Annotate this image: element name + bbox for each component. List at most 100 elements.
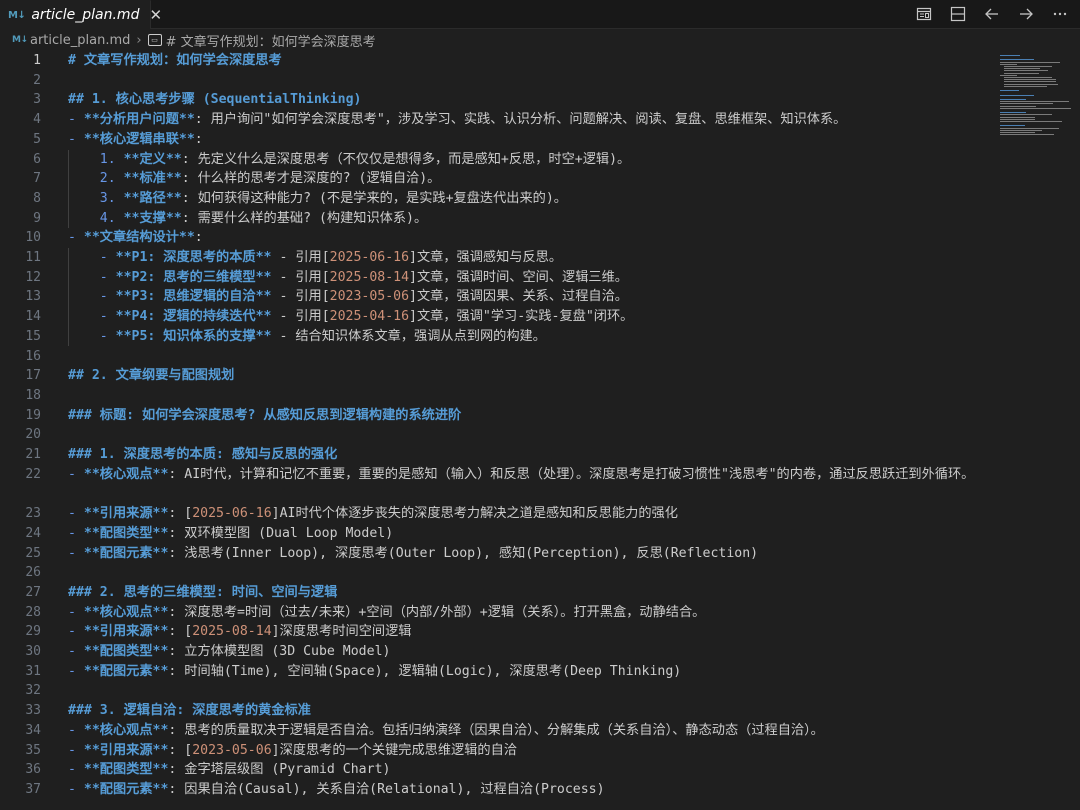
- minimap-line: [1000, 101, 1069, 103]
- code-line[interactable]: 14 - **P4: 逻辑的持续迭代** - 引用[2025-04-16]文章，…: [0, 307, 1000, 327]
- code-line[interactable]: 16: [0, 347, 1000, 367]
- code-token: ## 2. 文章纲要与配图规划: [68, 368, 235, 384]
- minimap[interactable]: [996, 51, 1080, 810]
- minimap-line: [1000, 99, 1027, 100]
- code-token: : 立方体模型图 (3D Cube Model): [168, 644, 391, 659]
- line-number: 17: [25, 368, 41, 384]
- go-forward-icon[interactable]: [1016, 4, 1036, 24]
- breadcrumb-file[interactable]: article_plan.md: [30, 33, 130, 48]
- code-line[interactable]: 37 - **配图元素**: 因果自洽(Causal), 关系自洽(Relatio…: [0, 780, 1000, 800]
- code-token: : 因果自洽(Causal), 关系自洽(Relational), 过程自洽(P…: [168, 781, 605, 797]
- code-line[interactable]: 5 - **核心逻辑串联**:: [0, 130, 1000, 150]
- code-line[interactable]: 6 1. **定义**: 先定义什么是深度思考（不仅仅是想得多，而是感知+反思，…: [0, 149, 1000, 170]
- code-token: **P3: 思维逻辑的自洽**: [115, 289, 272, 305]
- code-token: : 金字塔层级图 (Pyramid Chart): [168, 762, 391, 778]
- line-number: 20: [25, 427, 41, 443]
- code-line[interactable]: 10 - **文章结构设计**:: [0, 228, 1000, 248]
- code-line[interactable]: 12 - **P2: 思考的三维模型** - 引用[2025-08-14]文章，…: [0, 267, 1000, 288]
- minimap-line: [1000, 94, 1035, 96]
- code-line[interactable]: 17 ## 2. 文章纲要与配图规划: [0, 366, 1000, 386]
- minimap-line: [1000, 74, 1018, 76]
- indent-guide: [68, 188, 69, 209]
- code-line[interactable]: 30 - **配图类型**: 立方体模型图 (3D Cube Model): [0, 642, 1000, 662]
- open-preview-icon[interactable]: [914, 4, 934, 24]
- line-number: 33: [25, 703, 41, 719]
- editor-tab-article-plan[interactable]: M↓ article_plan.md ✕: [0, 0, 162, 29]
- editor-tab-bar: M↓ article_plan.md ✕: [0, 0, 1080, 29]
- line-content: - **配图元素**: 时间轴(Time), 空间轴(Space), 逻辑轴(L…: [68, 662, 980, 682]
- breadcrumb-symbol[interactable]: # 文章写作规划：如何学会深度思考: [166, 31, 376, 50]
- line-content: ## 2. 文章纲要与配图规划: [68, 366, 980, 386]
- code-line[interactable]: 36 - **配图类型**: 金字塔层级图 (Pyramid Chart): [0, 760, 1000, 780]
- code-line[interactable]: 28 - **核心观点**: 深度思考=时间（过去/未来）+空间（内部/外部）+逻…: [0, 603, 1000, 623]
- code-token: **文章结构设计**: [83, 230, 195, 246]
- line-content: - **配图类型**: 双环模型图 (Dual Loop Model): [68, 524, 980, 544]
- line-content: ## 1. 核心思考步骤 (SequentialThinking): [68, 90, 980, 110]
- code-line[interactable]: 2: [0, 71, 1000, 91]
- line-content: - **P5: 知识体系的支撑** - 结合知识体系文章，强调从点到网的构建。: [68, 327, 980, 347]
- line-number: 37: [25, 781, 41, 797]
- code-line[interactable]: 3 ## 1. 核心思考步骤 (SequentialThinking): [0, 90, 1000, 110]
- code-line[interactable]: 4 - **分析用户问题**: 用户询问"如何学会深度思考"，涉及学习、实践、认识…: [0, 110, 1000, 130]
- indent-guide: [68, 267, 69, 288]
- code-line[interactable]: 7 2. **标准**: 什么样的思考才是深度的? (逻辑自洽)。: [0, 169, 1000, 189]
- code-line[interactable]: 9 4. **支撑**: 需要什么样的基础? (构建知识体系)。: [0, 208, 1000, 229]
- code-line[interactable]: 33 ### 3. 逻辑自洽: 深度思考的黄金标准: [0, 701, 1000, 721]
- markdown-icon: M↓: [8, 9, 26, 21]
- code-token: **定义**: [123, 151, 182, 167]
- line-content: - **核心观点**: AI时代，计算和记忆不重要，重要的是感知（输入）和反思（…: [68, 465, 980, 485]
- code-line[interactable]: 32: [0, 681, 1000, 701]
- code-line[interactable]: 34 - **核心观点**: 思考的质量取决于逻辑是否自洽。包括归纳演绎（因果自洽…: [0, 721, 1000, 741]
- code-token: : [: [168, 506, 193, 522]
- indent-guide: [68, 326, 69, 347]
- code-line[interactable]: 15 - **P5: 知识体系的支撑** - 结合知识体系文章，强调从点到网的构…: [0, 326, 1000, 347]
- code-line[interactable]: 24 - **配图类型**: 双环模型图 (Dual Loop Model): [0, 524, 1000, 544]
- indent-guide: [68, 307, 69, 327]
- editor-text-area[interactable]: 1 # 文章写作规划：如何学会深度思考 2 3 ## 1. 核心思考步骤 (Sequen…: [0, 51, 1000, 810]
- code-line[interactable]: 31 - **配图元素**: 时间轴(Time), 空间轴(Space), 逻辑轴…: [0, 662, 1000, 682]
- code-line[interactable]: 11 - **P1: 深度思考的本质** - 引用[2025-06-16]文章，…: [0, 248, 1000, 268]
- code-line[interactable]: 25 - **配图元素**: 浅思考(Inner Loop), 深度思考(Oute…: [0, 544, 1000, 564]
- minimap-line: [1004, 68, 1040, 70]
- code-token: **支撑**: [123, 210, 182, 226]
- line-content: - **P4: 逻辑的持续迭代** - 引用[2025-04-16]文章，强调"…: [68, 307, 980, 327]
- split-editor-icon[interactable]: [948, 4, 968, 24]
- code-token: -: [68, 309, 116, 325]
- line-content: ### 1. 深度思考的本质: 感知与反思的强化: [68, 445, 980, 465]
- go-back-icon[interactable]: [982, 4, 1002, 24]
- code-line[interactable]: 8 3. **路径**: 如何获得这种能力? (不是学来的，是实践+复盘迭代出来…: [0, 188, 1000, 209]
- code-token: -: [68, 131, 84, 147]
- code-line[interactable]: 27 ### 2. 思考的三维模型: 时间、空间与逻辑: [0, 583, 1000, 603]
- code-line[interactable]: 18: [0, 386, 1000, 406]
- line-content: - **引用来源**: [2023-05-06]深度思考的一个关键完成思维逻辑的…: [68, 741, 980, 761]
- minimap-line: [1000, 121, 1063, 122]
- code-token: : 用户询问"如何学会深度思考"，涉及学习、实践、认识分析、问题解决、阅读、复盘…: [194, 112, 847, 128]
- code-token: **P5: 知识体系的支撑**: [115, 328, 272, 344]
- code-token: 1.: [68, 151, 124, 167]
- close-icon[interactable]: ✕: [149, 6, 162, 24]
- line-content: - **P3: 思维逻辑的自洽** - 引用[2023-05-06]文章，强调因…: [68, 287, 980, 307]
- code-token: ### 标题: 如何学会深度思考? 从感知反思到逻辑构建的系统进阶: [68, 407, 462, 423]
- code-line[interactable]: 26: [0, 563, 1000, 583]
- code-line[interactable]: 21 ### 1. 深度思考的本质: 感知与反思的强化: [0, 445, 1000, 465]
- code-token: **配图元素**: [83, 663, 169, 679]
- minimap-line: [1000, 61, 1060, 63]
- line-number: 15: [25, 328, 41, 344]
- code-token: -: [68, 269, 116, 285]
- code-line[interactable]: 1 # 文章写作规划：如何学会深度思考: [0, 51, 1000, 71]
- code-token: :: [194, 230, 203, 246]
- code-line[interactable]: 23 - **引用来源**: [2025-06-16]AI时代个体逐步丧失的深度思…: [0, 504, 1000, 524]
- line-content: ### 3. 逻辑自洽: 深度思考的黄金标准: [68, 701, 980, 721]
- code-token: **引用来源**: [83, 624, 169, 640]
- code-line[interactable]: 35 - **引用来源**: [2023-05-06]深度思考的一个关键完成思维逻…: [0, 741, 1000, 761]
- code-line[interactable]: 29 - **引用来源**: [2025-08-14]深度思考时间空间逻辑: [0, 622, 1000, 642]
- code-line[interactable]: 19 ### 标题: 如何学会深度思考? 从感知反思到逻辑构建的系统进阶: [0, 406, 1000, 426]
- code-token: 2023-05-06: [192, 742, 272, 758]
- code-token: **配图类型**: [83, 762, 169, 778]
- line-number: 26: [25, 565, 41, 581]
- more-actions-icon[interactable]: [1050, 4, 1070, 24]
- code-line[interactable]: 13 - **P3: 思维逻辑的自洽** - 引用[2023-05-06]文章，…: [0, 287, 1000, 308]
- code-line[interactable]: 20: [0, 425, 1000, 445]
- line-content: - **配图元素**: 因果自洽(Causal), 关系自洽(Relationa…: [68, 780, 980, 800]
- code-line[interactable]: 22 - **核心观点**: AI时代，计算和记忆不重要，重要的是感知（输入）和反…: [0, 465, 1000, 504]
